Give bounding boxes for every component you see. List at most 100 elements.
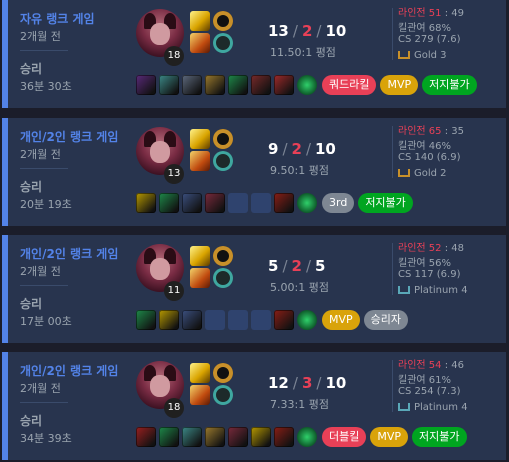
match-card[interactable]: 개인/2인 랭크 게임 2개월 전 승리 34분 39초 18 12/3/10 7.33:1… bbox=[2, 352, 506, 460]
kda-ratio: 7.33:1 평점 bbox=[270, 398, 329, 411]
triangle-item-icon[interactable] bbox=[251, 427, 271, 447]
scythe-item-icon[interactable] bbox=[205, 193, 225, 213]
badge: MVP bbox=[370, 427, 409, 447]
assists: 5 bbox=[315, 257, 326, 275]
kda-separator: / bbox=[305, 257, 311, 275]
time-ago: 2개월 전 bbox=[20, 148, 61, 161]
oracle-lens-ward-icon[interactable] bbox=[297, 193, 317, 213]
oracle-lens-ward-icon[interactable] bbox=[297, 310, 317, 330]
lane-label: 라인전 bbox=[398, 360, 426, 371]
empty-item-slot bbox=[205, 310, 225, 330]
empty-item-slot bbox=[228, 193, 248, 213]
kills: 12 bbox=[268, 374, 289, 392]
book-item-icon[interactable] bbox=[182, 310, 202, 330]
deaths: 2 bbox=[301, 22, 313, 40]
tier-label: Gold 3 bbox=[414, 50, 447, 61]
oracle-lens-ward-icon[interactable] bbox=[297, 75, 317, 95]
lane-sep: : bbox=[444, 243, 449, 254]
flash-spell-icon[interactable] bbox=[190, 129, 210, 149]
flash-spell-icon[interactable] bbox=[190, 246, 210, 266]
flash-spell-icon[interactable] bbox=[190, 363, 210, 383]
kda-ratio: 9.50:1 평점 bbox=[270, 164, 329, 177]
gauntlet-item-icon[interactable] bbox=[136, 427, 156, 447]
lane-score: 라인전 52 : 48 bbox=[398, 239, 464, 254]
boots-item-icon[interactable] bbox=[136, 310, 156, 330]
triangle-item-icon[interactable] bbox=[136, 193, 156, 213]
face bbox=[150, 375, 170, 397]
game-duration: 20분 19초 bbox=[20, 198, 72, 211]
match-card[interactable]: 개인/2인 랭크 게임 2개월 전 승리 17분 00초 11 5/2/5 5.00:1 평… bbox=[2, 235, 506, 343]
lane-label: 라인전 bbox=[398, 126, 426, 137]
tier-icon bbox=[398, 169, 410, 177]
tier-row: Platinum 4 bbox=[398, 285, 468, 296]
triangle-item-icon[interactable] bbox=[159, 310, 179, 330]
kill-participation: 킬관여 46% bbox=[398, 141, 452, 152]
secondary-rune-icon[interactable] bbox=[213, 268, 233, 288]
wand-item-icon[interactable] bbox=[205, 427, 225, 447]
ignite-spell-icon[interactable] bbox=[190, 33, 210, 53]
assists: 10 bbox=[315, 140, 336, 158]
game-result: 승리 bbox=[20, 180, 43, 194]
badge: 저지불가 bbox=[358, 193, 413, 213]
result-bar bbox=[2, 352, 8, 460]
oracle-lens-ward-icon[interactable] bbox=[297, 427, 317, 447]
deaths: 2 bbox=[291, 140, 302, 158]
game-duration: 34분 39초 bbox=[20, 432, 72, 445]
ignite-spell-icon[interactable] bbox=[190, 151, 210, 171]
stats-divider bbox=[392, 243, 393, 295]
badge: 승리자 bbox=[363, 310, 409, 330]
keystone-rune-icon[interactable] bbox=[213, 363, 233, 383]
lane-label: 라인전 bbox=[398, 8, 426, 19]
keystone-rune-icon[interactable] bbox=[213, 129, 233, 149]
champion-level: 11 bbox=[164, 281, 184, 301]
lane-left: 65 bbox=[428, 126, 442, 137]
tier-row: Gold 3 bbox=[398, 50, 447, 61]
wand-item-icon[interactable] bbox=[205, 75, 225, 95]
face bbox=[150, 23, 170, 45]
tome-item-icon[interactable] bbox=[274, 75, 294, 95]
boots-item-icon[interactable] bbox=[228, 75, 248, 95]
kda: 13/2/10 bbox=[268, 22, 346, 40]
lane-sep: : bbox=[444, 126, 449, 137]
secondary-rune-icon[interactable] bbox=[213, 33, 233, 53]
kda-separator: / bbox=[316, 22, 322, 40]
keystone-rune-icon[interactable] bbox=[213, 11, 233, 31]
stopwatch-icon[interactable] bbox=[182, 427, 202, 447]
stopwatch-icon[interactable] bbox=[159, 75, 179, 95]
keystone-rune-icon[interactable] bbox=[213, 246, 233, 266]
boots-item-icon[interactable] bbox=[159, 193, 179, 213]
empty-item-slot bbox=[251, 310, 271, 330]
match-card[interactable]: 개인/2인 랭크 게임 2개월 전 승리 20분 19초 13 9/2/10 9.50:1 … bbox=[2, 118, 506, 226]
match-card[interactable]: 자유 랭크 게임 2개월 전 승리 36분 30초 18 13/2/10 11.50:1 평… bbox=[2, 0, 506, 108]
empty-item-slot bbox=[228, 310, 248, 330]
torch-item-icon[interactable] bbox=[274, 193, 294, 213]
badge: MVP bbox=[380, 75, 419, 95]
queue-type: 개인/2인 랭크 게임 bbox=[20, 130, 119, 144]
lane-sep: : bbox=[444, 8, 449, 19]
flash-spell-icon[interactable] bbox=[190, 11, 210, 31]
champion-level: 18 bbox=[164, 46, 184, 66]
game-result: 승리 bbox=[20, 414, 43, 428]
ignite-spell-icon[interactable] bbox=[190, 268, 210, 288]
cs-stat: CS 117 (6.9) bbox=[398, 269, 461, 280]
kill-participation: 킬관여 56% bbox=[398, 258, 452, 269]
boots-item-icon[interactable] bbox=[159, 427, 179, 447]
scythe-item-icon[interactable] bbox=[228, 427, 248, 447]
dark-seal-icon[interactable] bbox=[136, 75, 156, 95]
ignite-spell-icon[interactable] bbox=[190, 385, 210, 405]
book-item-icon[interactable] bbox=[182, 193, 202, 213]
torch-item-icon[interactable] bbox=[274, 310, 294, 330]
queue-type: 자유 랭크 게임 bbox=[20, 12, 95, 26]
divider bbox=[20, 402, 68, 403]
divider bbox=[20, 285, 68, 286]
kda-separator: / bbox=[282, 140, 288, 158]
hand-item-icon[interactable] bbox=[251, 75, 271, 95]
kills: 13 bbox=[268, 22, 289, 40]
secondary-rune-icon[interactable] bbox=[213, 151, 233, 171]
queue-type: 개인/2인 랭크 게임 bbox=[20, 364, 119, 378]
bookshelf-item-icon[interactable] bbox=[182, 75, 202, 95]
lane-sep: : bbox=[444, 360, 449, 371]
kda-separator: / bbox=[305, 140, 311, 158]
torch-item-icon[interactable] bbox=[274, 427, 294, 447]
secondary-rune-icon[interactable] bbox=[213, 385, 233, 405]
